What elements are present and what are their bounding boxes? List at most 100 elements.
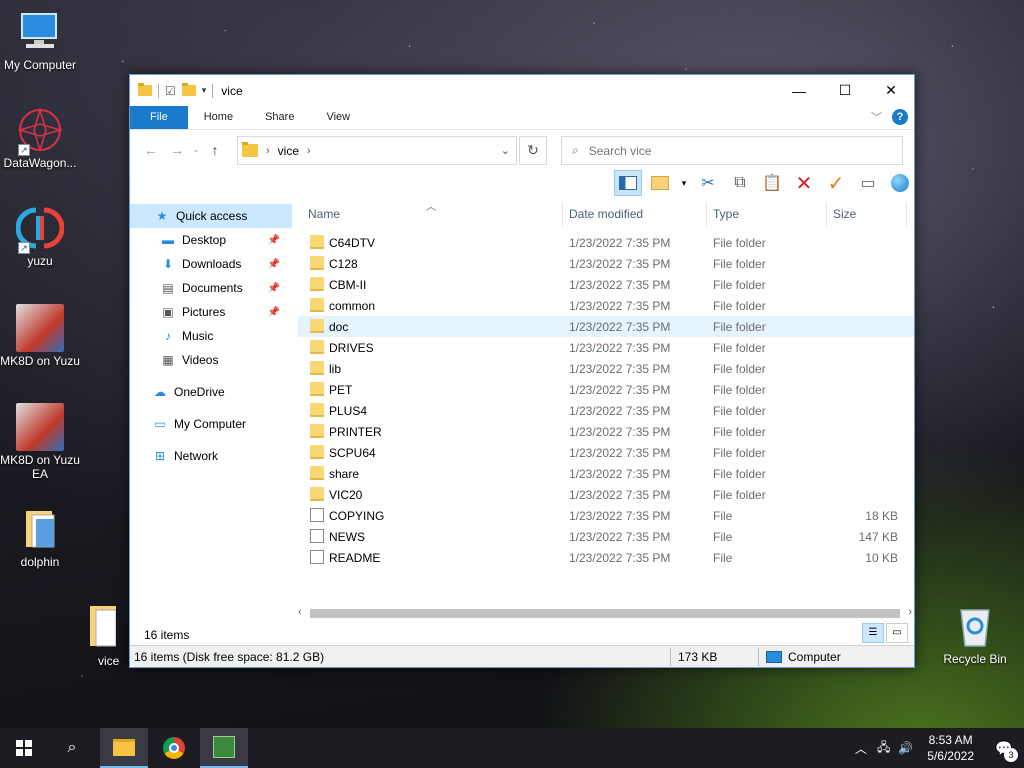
chevron-down-icon[interactable]: ⌄	[501, 144, 510, 157]
file-row[interactable]: PLUS4 1/23/2022 7:35 PM File folder	[298, 400, 914, 421]
desktop-icon-recycle-bin[interactable]: Recycle Bin	[935, 602, 1015, 666]
network-icon[interactable]: 🖧	[873, 738, 894, 759]
nav-item-network[interactable]: ⊞ Network	[130, 444, 292, 468]
file-row[interactable]: CBM-II 1/23/2022 7:35 PM File folder	[298, 274, 914, 295]
back-icon[interactable]: ←	[138, 142, 164, 158]
chevron-right-icon[interactable]: ›	[307, 145, 311, 157]
tab-share[interactable]: Share	[249, 106, 310, 129]
file-row[interactable]: PRINTER 1/23/2022 7:35 PM File folder	[298, 421, 914, 442]
volume-icon[interactable]: 🔊	[894, 741, 917, 755]
forward-icon[interactable]: →	[164, 142, 190, 158]
file-row[interactable]: C128 1/23/2022 7:35 PM File folder	[298, 253, 914, 274]
file-date-modified: 1/23/2022 7:35 PM	[569, 278, 671, 292]
nav-item-documents[interactable]: ▤ Documents 📌	[130, 276, 292, 300]
notification-center-button[interactable]: 💬 3	[984, 728, 1024, 768]
file-row[interactable]: DRIVES 1/23/2022 7:35 PM File folder	[298, 337, 914, 358]
search-icon[interactable]: ⌕	[48, 728, 96, 768]
breadcrumb-vice[interactable]: vice	[278, 144, 299, 158]
nav-item-downloads[interactable]: ⬇ Downloads 📌	[130, 252, 292, 276]
tab-view[interactable]: View	[310, 106, 366, 129]
file-row[interactable]: share 1/23/2022 7:35 PM File folder	[298, 463, 914, 484]
help-icon[interactable]: ?	[892, 109, 908, 125]
details-view-button[interactable]: ☰	[862, 623, 884, 643]
up-icon[interactable]: ↑	[202, 142, 228, 158]
file-row[interactable]: SCPU64 1/23/2022 7:35 PM File folder	[298, 442, 914, 463]
recent-locations-icon[interactable]: ⌄	[190, 144, 202, 155]
rename-icon[interactable]: ▭	[854, 170, 882, 196]
scroll-right-icon[interactable]: ›	[908, 606, 912, 618]
address-bar[interactable]: › vice › ⌄	[237, 136, 517, 165]
start-button[interactable]	[0, 728, 48, 768]
title-bar[interactable]: ☑ ▾ vice — ☐ ✕	[130, 75, 914, 106]
delete-icon[interactable]: ✕	[790, 170, 818, 196]
properties-icon[interactable]: ☑	[165, 84, 176, 98]
nav-item-label: Music	[182, 329, 214, 343]
desktop-icon-yuzu[interactable]: ↗ yuzu	[0, 204, 80, 268]
column-header-date[interactable]: Date modified	[569, 207, 643, 221]
column-header-name[interactable]: Name	[308, 207, 340, 221]
recycle-bin-icon	[951, 602, 999, 650]
dropdown-icon[interactable]: ▾	[678, 170, 690, 196]
clock-date: 5/6/2022	[927, 749, 974, 763]
nav-item-desktop[interactable]: ▬ Desktop 📌	[130, 228, 292, 252]
chrome-taskbar-button[interactable]	[150, 728, 198, 768]
copy-icon[interactable]: ⧉	[726, 170, 754, 196]
navigation-pane-icon[interactable]	[614, 170, 642, 196]
maximize-button[interactable]: ☐	[822, 75, 868, 106]
desktop-icon-dolphin[interactable]: dolphin	[0, 505, 80, 569]
expand-ribbon-icon[interactable]: ﹀	[871, 109, 882, 125]
installer-taskbar-button[interactable]	[200, 728, 248, 768]
file-row[interactable]: README 1/23/2022 7:35 PM File 10 KB	[298, 547, 914, 568]
chevron-up-icon[interactable]: ︿	[849, 740, 873, 757]
file-row[interactable]: doc 1/23/2022 7:35 PM File folder	[298, 316, 914, 337]
scroll-thumb[interactable]	[310, 609, 900, 618]
scroll-left-icon[interactable]: ‹	[298, 606, 302, 618]
customize-qat-icon[interactable]: ▾	[202, 85, 207, 96]
desktop-icon-vice[interactable]: vice	[76, 604, 126, 671]
nav-item-onedrive[interactable]: ☁ OneDrive	[130, 380, 292, 404]
file-row[interactable]: NEWS 1/23/2022 7:35 PM File 147 KB	[298, 526, 914, 547]
nav-item-label: Pictures	[182, 305, 226, 319]
nav-item-my-computer[interactable]: ▭ My Computer	[130, 412, 292, 436]
file-row[interactable]: VIC20 1/23/2022 7:35 PM File folder	[298, 484, 914, 505]
paste-icon[interactable]: 📋	[758, 170, 786, 196]
tab-home[interactable]: Home	[188, 106, 249, 129]
large-icons-view-button[interactable]: ▭	[886, 623, 908, 643]
clock[interactable]: 8:53 AM 5/6/2022	[917, 732, 984, 764]
file-explorer-taskbar-button[interactable]	[100, 728, 148, 768]
file-row[interactable]: PET 1/23/2022 7:35 PM File folder	[298, 379, 914, 400]
search-input[interactable]	[588, 143, 869, 158]
file-row[interactable]: COPYING 1/23/2022 7:35 PM File 18 KB	[298, 505, 914, 526]
desktop-icon-mk8d-ea[interactable]: MK8D on Yuzu EA	[0, 403, 80, 481]
globe-icon[interactable]	[886, 170, 914, 196]
folder-icon	[86, 604, 117, 652]
search-box[interactable]: ⌕	[561, 136, 903, 165]
computer-icon	[16, 8, 64, 56]
desktop-icon-datawagon[interactable]: ↗ DataWagon...	[0, 106, 80, 170]
tab-file[interactable]: File	[130, 106, 188, 129]
checkmark-icon[interactable]: ✓	[822, 170, 850, 196]
chevron-right-icon[interactable]: ›	[266, 145, 270, 157]
column-header-size[interactable]: Size	[833, 207, 856, 221]
nav-item-pictures[interactable]: ▣ Pictures 📌	[130, 300, 292, 324]
horizontal-scrollbar[interactable]: ‹ ›	[298, 605, 914, 622]
computer-icon	[766, 651, 782, 663]
nav-item-videos[interactable]: ▦ Videos	[130, 348, 292, 372]
new-folder-icon[interactable]	[646, 170, 674, 196]
nav-item-label: Downloads	[182, 257, 242, 271]
file-row[interactable]: common 1/23/2022 7:35 PM File folder	[298, 295, 914, 316]
minimize-button[interactable]: —	[776, 75, 822, 106]
cut-icon[interactable]: ✂	[694, 170, 722, 196]
datawagon-icon: ↗	[16, 106, 64, 156]
refresh-button[interactable]: ↻	[519, 136, 547, 165]
file-row[interactable]: lib 1/23/2022 7:35 PM File folder	[298, 358, 914, 379]
nav-item-music[interactable]: ♪ Music	[130, 324, 292, 348]
desktop-icon-mk8d[interactable]: MK8D on Yuzu	[0, 304, 80, 368]
column-header-type[interactable]: Type	[713, 207, 739, 221]
close-button[interactable]: ✕	[868, 75, 914, 106]
nav-item-quick-access[interactable]: ★ Quick access	[130, 204, 292, 228]
command-toolbar: ▾ ✂ ⧉ 📋 ✕ ✓ ▭	[130, 169, 914, 199]
desktop-icon-my-computer[interactable]: My Computer	[0, 8, 80, 72]
file-row[interactable]: C64DTV 1/23/2022 7:35 PM File folder	[298, 232, 914, 253]
new-folder-icon[interactable]	[181, 83, 196, 96]
